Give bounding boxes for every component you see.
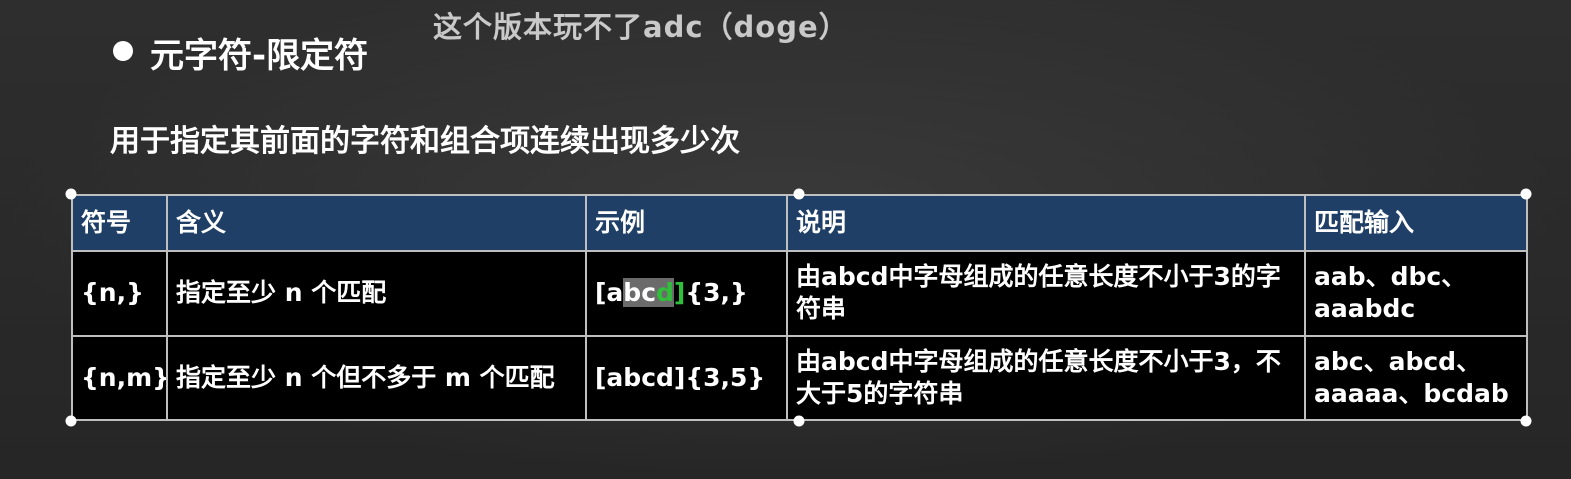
cell-matches: abc、abcd、aaaaa、bcdab <box>1304 334 1528 421</box>
selection-handle-icon[interactable] <box>1520 188 1532 200</box>
cell-symbol: {n,m} <box>71 334 168 421</box>
table-header-row: 符号 含义 示例 说明 匹配输入 <box>71 194 1528 252</box>
slide-description: 用于指定其前面的字符和组合项连续出现多少次 <box>110 124 740 159</box>
cell-explanation: 由abcd中字母组成的任意长度不小于3，不大于5的字符串 <box>786 334 1306 421</box>
slide-title: 元字符-限定符 <box>150 36 369 76</box>
quantifier-table: 符号 含义 示例 说明 匹配输入 {n,} 指定至少 n 个匹配 [abcd]{… <box>71 194 1528 421</box>
cell-symbol: {n,} <box>71 250 168 337</box>
example-part-bracket: ] <box>673 278 686 308</box>
header-matches: 匹配输入 <box>1304 194 1528 252</box>
header-example: 示例 <box>585 194 788 252</box>
cell-explanation: 由abcd中字母组成的任意长度不小于3的字符串 <box>786 250 1306 337</box>
table-row: {n,m} 指定至少 n 个但不多于 m 个匹配 [abcd]{3,5} 由ab… <box>71 334 1528 421</box>
example-part-highlighted: bc <box>623 278 657 308</box>
table-row: {n,} 指定至少 n 个匹配 [abcd]{3,} 由abcd中字母组成的任意… <box>71 250 1528 337</box>
cell-example: [abcd]{3,5} <box>585 334 788 421</box>
selection-handle-icon[interactable] <box>793 188 805 200</box>
quantifier-table-object[interactable]: 符号 含义 示例 说明 匹配输入 {n,} 指定至少 n 个匹配 [abcd]{… <box>65 188 1532 427</box>
selection-handle-icon[interactable] <box>1520 415 1532 427</box>
selection-handle-icon[interactable] <box>65 415 77 427</box>
cell-example: [abcd]{3,} <box>585 250 788 337</box>
header-meaning: 含义 <box>166 194 587 252</box>
example-part-quantifier: {3,} <box>685 278 748 308</box>
selection-handle-icon[interactable] <box>65 188 77 200</box>
cell-meaning: 指定至少 n 个但不多于 m 个匹配 <box>166 334 587 421</box>
video-subtitle-caption: 这个版本玩不了adc（doge） <box>433 10 849 44</box>
header-explanation: 说明 <box>786 194 1306 252</box>
header-symbol: 符号 <box>71 194 168 252</box>
cell-meaning: 指定至少 n 个匹配 <box>166 250 587 337</box>
example-part: [a <box>595 278 624 308</box>
selection-handle-icon[interactable] <box>793 415 805 427</box>
example-part-cursor: d <box>656 278 674 308</box>
bullet-dot-icon <box>113 41 133 61</box>
cell-matches: aab、dbc、aaabdc <box>1304 250 1528 337</box>
